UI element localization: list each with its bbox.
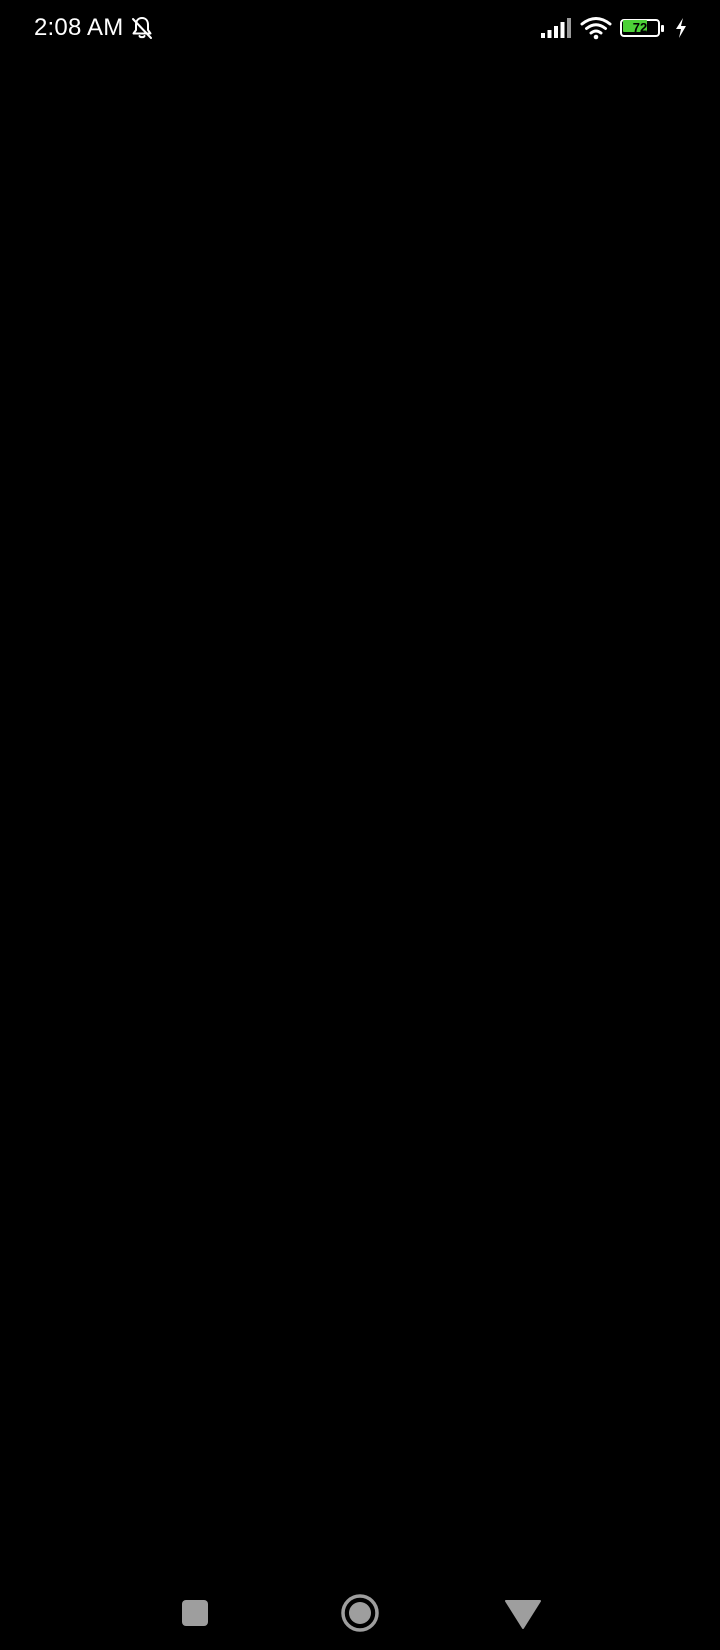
wifi-icon [580, 16, 612, 40]
charging-bolt-icon [674, 17, 688, 39]
triangle-icon [505, 1600, 541, 1629]
status-right: 72 [540, 12, 688, 44]
battery-level: 72 [632, 20, 648, 35]
recents-button[interactable] [171, 1589, 219, 1637]
battery-icon: 72 [620, 17, 666, 39]
circle-icon [341, 1594, 379, 1632]
status-bar: 2:08 AM 72 [0, 0, 720, 56]
notifications-muted-icon [129, 15, 155, 41]
back-button[interactable] [499, 1589, 547, 1637]
status-left: 2:08 AM [34, 12, 155, 44]
square-icon [182, 1600, 208, 1626]
status-time: 2:08 AM [34, 14, 124, 41]
battery-cap [661, 25, 664, 32]
home-button[interactable] [336, 1589, 384, 1637]
navigation-bar [0, 1576, 720, 1650]
blank-content-area [0, 56, 720, 1576]
signal-icon [540, 17, 572, 39]
